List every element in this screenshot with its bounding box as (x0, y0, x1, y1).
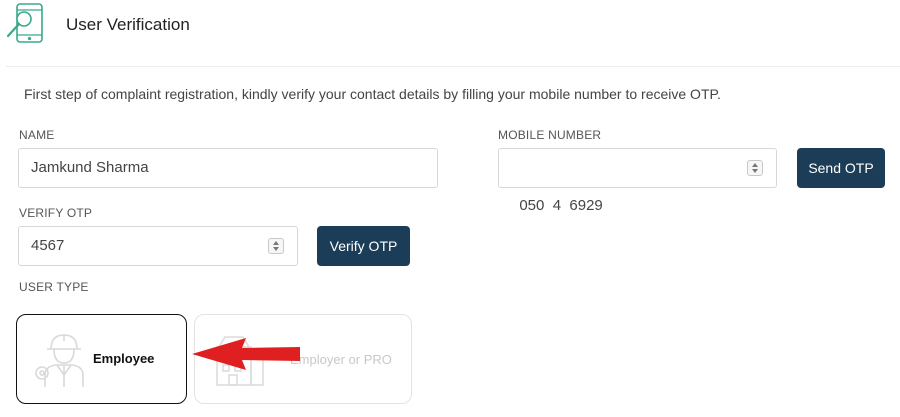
otp-input[interactable]: 4567 (18, 226, 298, 266)
mobile-search-icon (6, 3, 43, 43)
mobile-number-label: MOBILE NUMBER (498, 128, 602, 142)
intro-text: First step of complaint registration, ki… (24, 86, 721, 102)
mobile-number-input[interactable]: 050 4 6929 (498, 148, 777, 214)
user-type-employer-label: Employer or PRO (290, 352, 392, 367)
header-divider (6, 66, 900, 67)
name-input[interactable]: Jamkund Sharma (18, 148, 438, 188)
verify-otp-button[interactable]: Verify OTP (317, 226, 410, 266)
worker-helmet-icon (35, 334, 84, 387)
name-label: NAME (19, 128, 55, 142)
user-type-employee-card[interactable]: Employee (16, 314, 187, 404)
user-type-label: USER TYPE (19, 280, 89, 294)
send-otp-button[interactable]: Send OTP (797, 148, 885, 188)
otp-input-value: 4567 (31, 237, 65, 254)
mobile-number-value: 050 4 6929 (519, 197, 603, 214)
verify-otp-label: VERIFY OTP (19, 206, 93, 220)
mobile-number-stepper[interactable] (747, 160, 763, 176)
header: User Verification (0, 0, 900, 56)
user-type-employee-label: Employee (93, 351, 155, 366)
name-input-value: Jamkund Sharma (31, 159, 149, 176)
annotation-arrow-icon (192, 338, 300, 370)
page-title: User Verification (66, 15, 190, 34)
otp-stepper[interactable] (268, 238, 284, 254)
